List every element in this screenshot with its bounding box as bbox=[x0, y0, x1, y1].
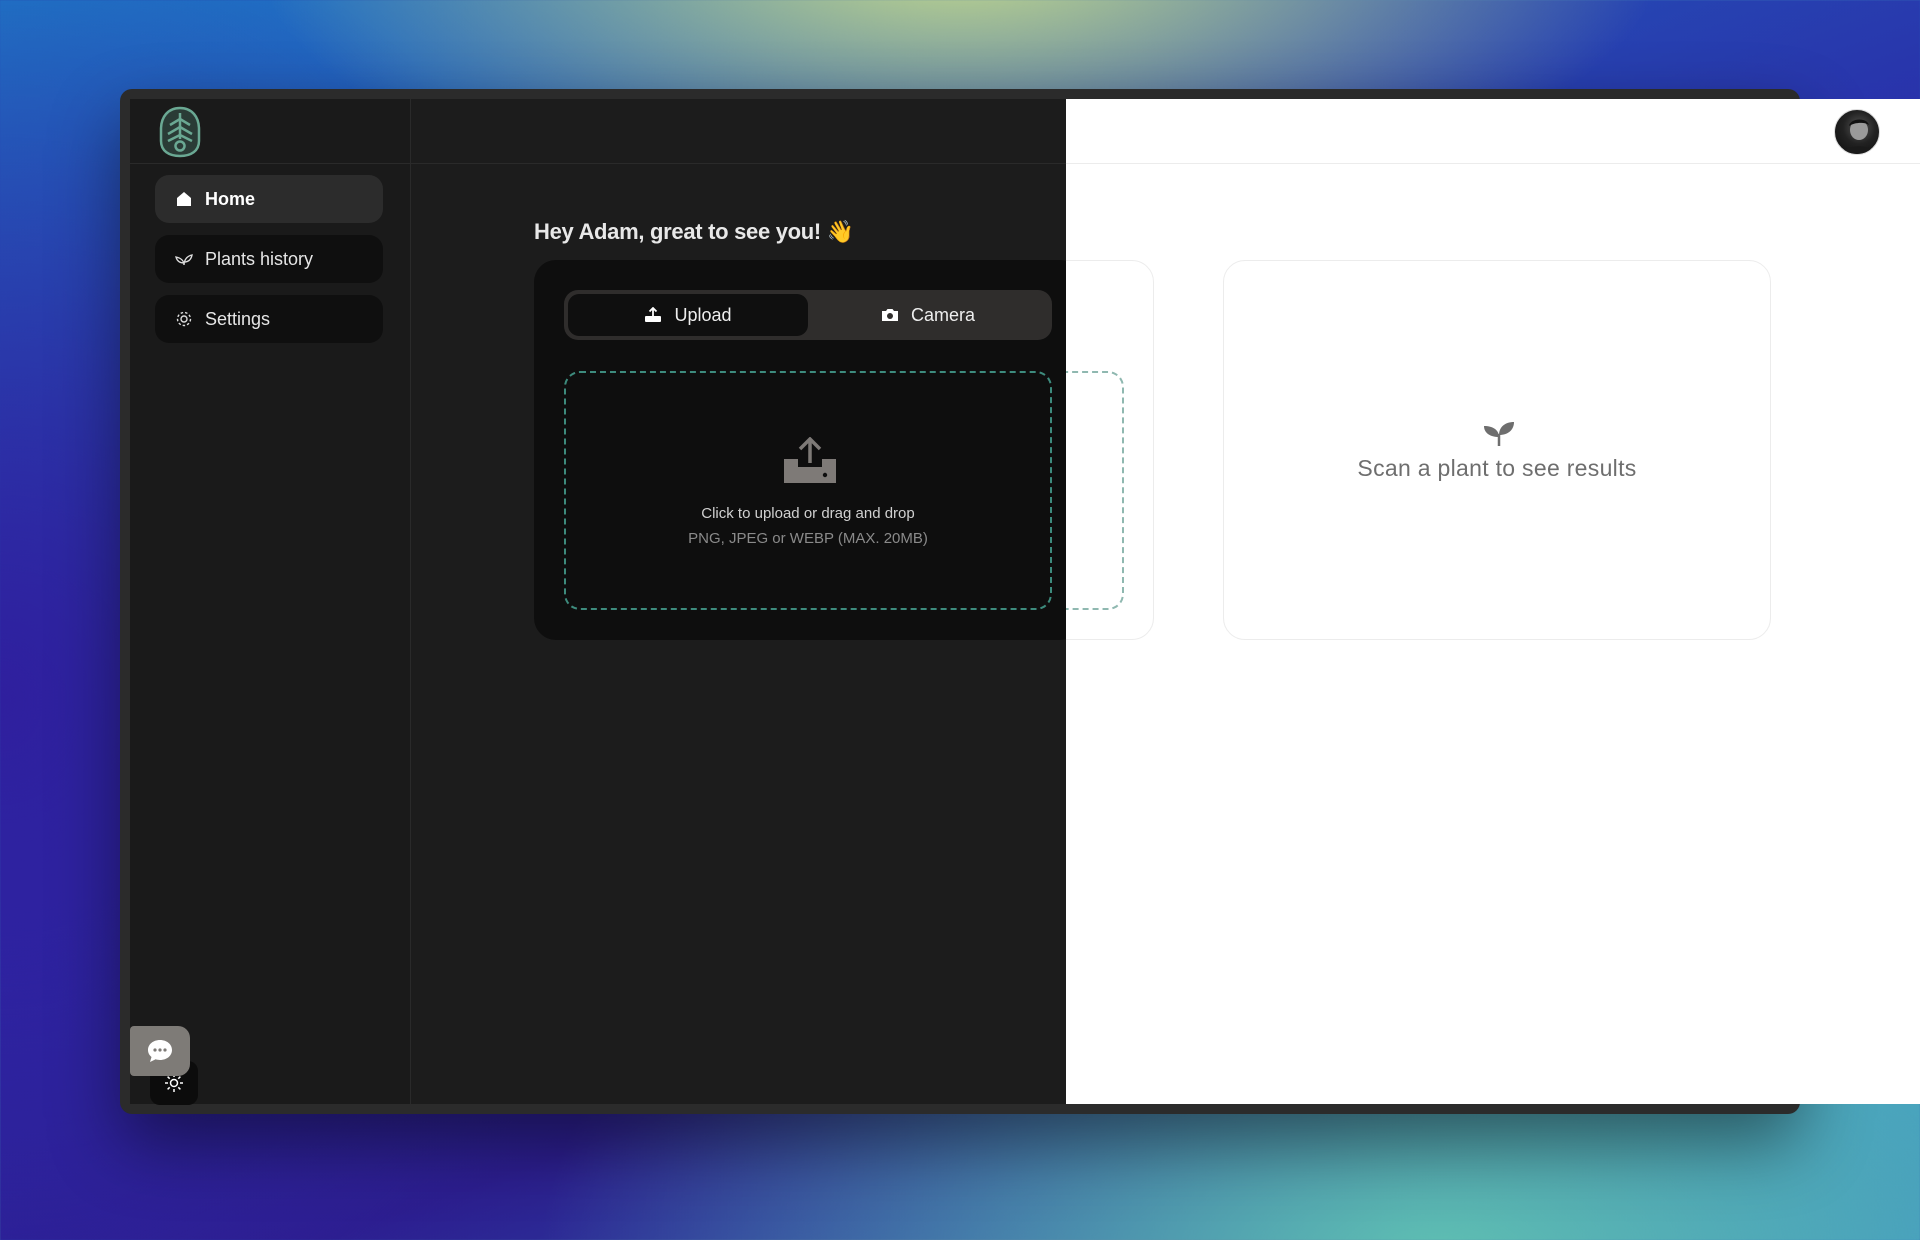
sidebar-nav: Home Plants history Settings bbox=[155, 175, 383, 355]
plant-logo-icon[interactable] bbox=[158, 105, 202, 159]
light-top-bar bbox=[1066, 99, 1920, 164]
sidebar-item-plants-history[interactable]: Plants history bbox=[155, 235, 383, 283]
home-icon bbox=[175, 190, 193, 208]
sidebar: Home Plants history Settings bbox=[130, 99, 411, 1104]
sun-icon bbox=[165, 1074, 183, 1092]
sidebar-item-settings[interactable]: Settings bbox=[155, 295, 383, 343]
sidebar-item-home[interactable]: Home bbox=[155, 175, 383, 223]
tab-camera[interactable]: Camera bbox=[808, 294, 1048, 336]
tab-upload[interactable]: Upload bbox=[568, 294, 808, 336]
upload-card: Upload Camera Click to upload or drag an… bbox=[534, 260, 1082, 640]
gear-icon bbox=[175, 310, 193, 328]
chat-bubble-icon bbox=[148, 1040, 172, 1062]
user-photo-icon bbox=[1841, 119, 1877, 154]
results-empty-text: Scan a plant to see results bbox=[1357, 455, 1637, 481]
upload-tray-icon bbox=[784, 437, 836, 483]
sidebar-item-label: Home bbox=[205, 188, 256, 209]
results-card: Scan a plant to see results bbox=[1223, 260, 1771, 640]
app-window: Home Plants history Settings Hey Adam, g… bbox=[120, 89, 1920, 1114]
avatar[interactable] bbox=[1834, 109, 1880, 155]
dropzone-title: Click to upload or drag and drop bbox=[701, 505, 915, 522]
upload-icon bbox=[644, 307, 662, 323]
dropzone-light-edge bbox=[1066, 371, 1124, 610]
sidebar-header bbox=[130, 99, 410, 164]
file-dropzone[interactable]: Click to upload or drag and drop PNG, JP… bbox=[564, 371, 1052, 610]
dropzone-subtitle: PNG, JPEG or WEBP (MAX. 20MB) bbox=[688, 530, 928, 547]
tab-label: Upload bbox=[674, 304, 732, 325]
input-mode-tabs: Upload Camera bbox=[564, 290, 1052, 340]
leaf-icon bbox=[175, 250, 193, 268]
camera-icon bbox=[881, 307, 899, 323]
greeting-heading: Hey Adam, great to see you! 👋 bbox=[534, 219, 854, 244]
sidebar-item-label: Settings bbox=[205, 308, 271, 329]
chat-button[interactable] bbox=[130, 1026, 190, 1076]
tab-label: Camera bbox=[910, 304, 976, 325]
sprout-icon bbox=[1484, 422, 1514, 446]
light-theme-view: Scan a plant to see results bbox=[1066, 99, 1920, 1104]
sidebar-item-label: Plants history bbox=[205, 248, 314, 269]
